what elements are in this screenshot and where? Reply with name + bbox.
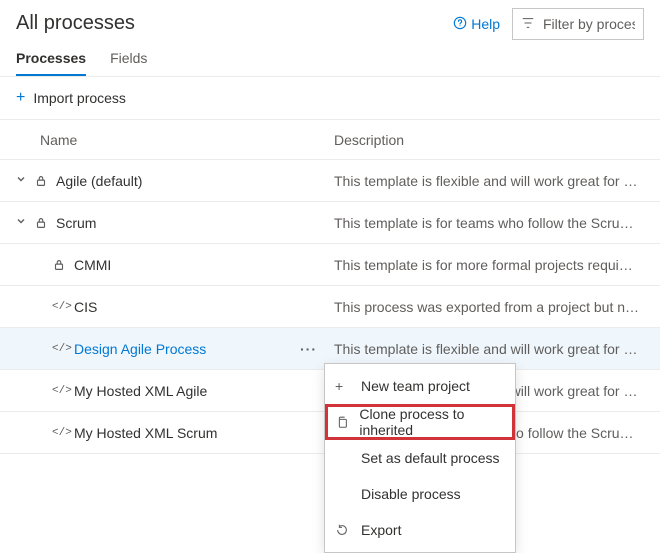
menu-disable-process[interactable]: Disable process: [325, 476, 515, 512]
filter-box[interactable]: [512, 8, 644, 40]
table-row[interactable]: . </> CIS This process was exported from…: [0, 286, 660, 328]
lock-icon: [52, 258, 74, 272]
process-name: My Hosted XML Scrum: [74, 425, 217, 441]
process-description: This template is for more formal project…: [334, 257, 644, 273]
process-name: Scrum: [56, 215, 96, 231]
code-icon: </>: [52, 343, 74, 355]
table-row[interactable]: Scrum This template is for teams who fol…: [0, 202, 660, 244]
code-icon: </>: [52, 427, 74, 439]
filter-input[interactable]: [543, 16, 635, 32]
menu-set-default[interactable]: Set as default process: [325, 440, 515, 476]
table-header-row: Name Description: [0, 120, 660, 160]
process-name: Design Agile Process: [74, 341, 206, 357]
help-label: Help: [471, 16, 500, 32]
process-description: This template is for teams who follow th…: [334, 215, 644, 231]
menu-clone-to-inherited[interactable]: Clone process to inherited: [325, 404, 515, 440]
table-row[interactable]: Agile (default) This template is flexibl…: [0, 160, 660, 202]
menu-new-team-project[interactable]: + New team project: [325, 368, 515, 404]
help-link[interactable]: Help: [453, 16, 500, 33]
help-icon: [453, 16, 467, 33]
copy-icon: [335, 415, 349, 429]
menu-label: Clone process to inherited: [359, 406, 505, 438]
menu-export[interactable]: Export: [325, 512, 515, 548]
process-name: CMMI: [74, 257, 111, 273]
more-actions-button[interactable]: ···: [300, 341, 317, 357]
context-menu: + New team project Clone process to inhe…: [324, 363, 516, 553]
tab-processes[interactable]: Processes: [16, 50, 86, 76]
code-icon: </>: [52, 385, 74, 397]
filter-icon: [521, 16, 535, 33]
export-icon: [335, 523, 351, 537]
process-name: My Hosted XML Agile: [74, 383, 207, 399]
process-description: This template is flexible and will work …: [334, 341, 644, 357]
chevron-down-icon[interactable]: [16, 216, 30, 229]
table-row[interactable]: . CMMI This template is for more formal …: [0, 244, 660, 286]
lock-icon: [34, 174, 56, 188]
menu-label: Disable process: [361, 486, 461, 502]
code-icon: </>: [52, 301, 74, 313]
lock-icon: [34, 216, 56, 230]
tab-fields[interactable]: Fields: [110, 50, 147, 76]
menu-label: Set as default process: [361, 450, 500, 466]
menu-label: New team project: [361, 378, 470, 394]
process-name: CIS: [74, 299, 97, 315]
import-process-label: Import process: [33, 90, 126, 106]
plus-icon: +: [335, 378, 351, 394]
column-header-name[interactable]: Name: [16, 132, 334, 148]
column-header-description[interactable]: Description: [334, 132, 644, 148]
process-description: This process was exported from a project…: [334, 299, 644, 315]
import-process-button[interactable]: + Import process: [0, 77, 660, 119]
tabs: Processes Fields: [0, 40, 660, 77]
menu-label: Export: [361, 522, 401, 538]
process-name: Agile (default): [56, 173, 142, 189]
plus-icon: +: [16, 89, 25, 107]
chevron-down-icon[interactable]: [16, 174, 30, 187]
page-title: All processes: [16, 8, 135, 35]
process-description: This template is flexible and will work …: [334, 173, 644, 189]
